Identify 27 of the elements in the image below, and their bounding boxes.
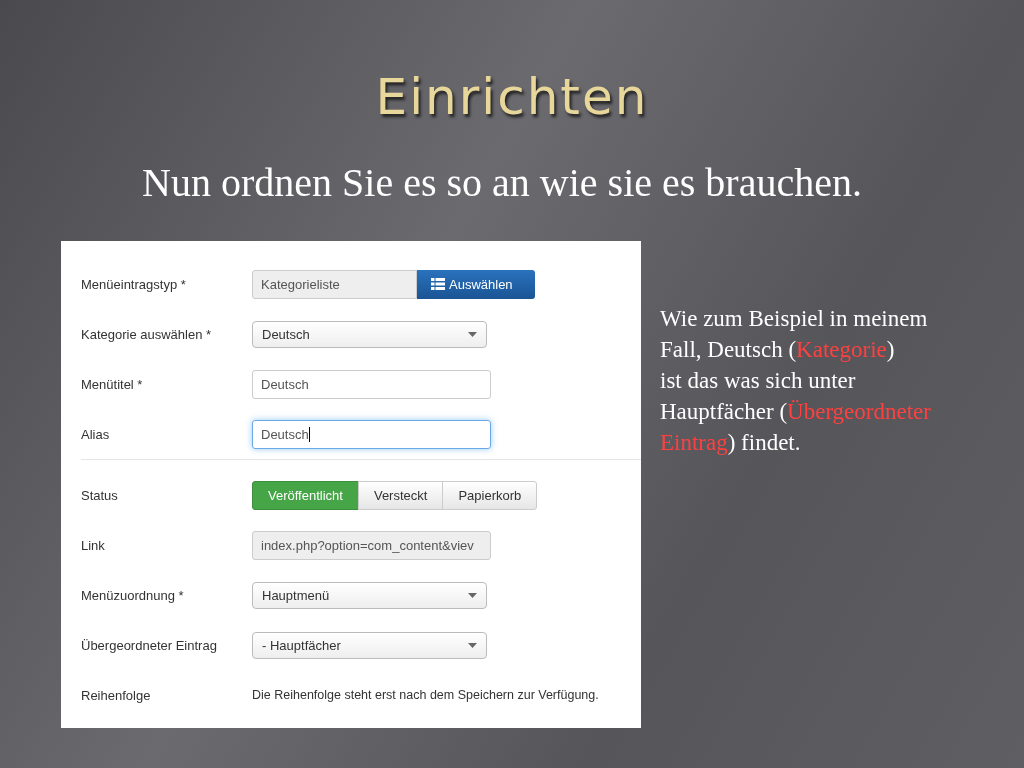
caret-icon	[468, 592, 477, 598]
input-field[interactable]: Kategorieliste	[252, 269, 417, 299]
field-label: Menütitel *	[81, 376, 144, 392]
field-label: Menüeintragstyp *	[81, 276, 187, 292]
field-label: Kategorie auswählen *	[81, 326, 213, 342]
caret-icon	[468, 642, 477, 648]
field-label: Status	[81, 487, 119, 503]
dropdown[interactable]: Hauptmenü	[252, 581, 487, 609]
input-field[interactable]: Deutsch	[252, 419, 491, 449]
field-label: Alias	[81, 426, 111, 442]
list-icon	[431, 278, 445, 290]
field-label: Menüzuordnung *	[81, 587, 185, 603]
dropdown[interactable]: Deutsch	[252, 320, 487, 348]
caret-icon	[468, 331, 477, 337]
field-label: Reihenfolge	[81, 687, 152, 703]
status-option[interactable]: Papierkorb	[442, 480, 538, 510]
field-label: Übergeordneter Eintrag	[81, 637, 218, 653]
dropdown[interactable]: - Hauptfächer	[252, 631, 487, 659]
slide-subtitle: Nun ordnen Sie es so an wie sie es brauchen.	[141, 160, 863, 206]
slide-title: Einrichten	[374, 67, 650, 128]
explanation-text: Wie zum Beispiel in meinem Fall, Deutsch (Kategorie) ist das was sich unter Hauptfächer (Übergeordneter Eintrag) findet.	[660, 305, 931, 457]
select-button[interactable]: Auswählen	[417, 269, 535, 299]
status-option[interactable]: Versteckt	[357, 480, 444, 510]
input-field[interactable]: Deutsch	[252, 369, 491, 399]
input-field: index.php?option=com_content&viev	[252, 530, 491, 560]
field-label: Link	[81, 537, 106, 553]
info-text: Die Reihenfolge steht erst nach dem Speichern zur Verfügung.	[252, 688, 599, 702]
